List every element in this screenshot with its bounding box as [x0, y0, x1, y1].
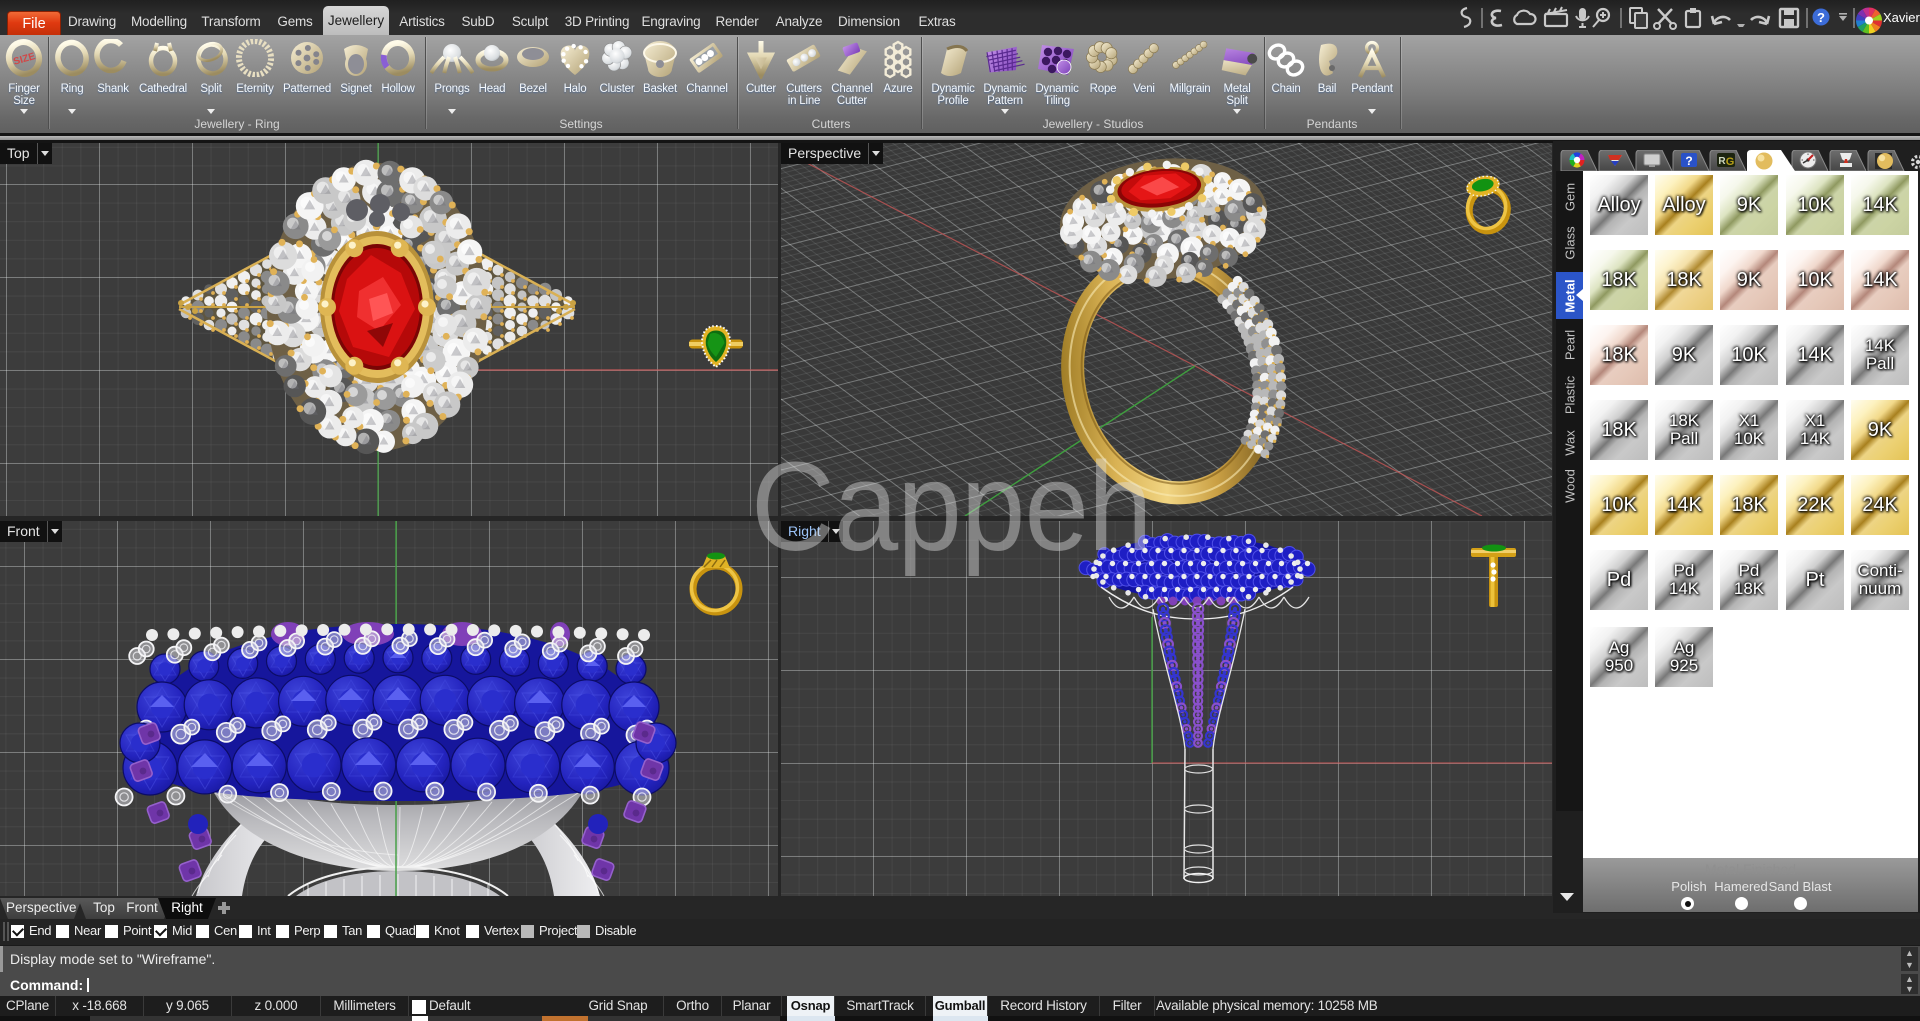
- svg-text:G: G: [1726, 156, 1735, 168]
- svg-text:SIZE: SIZE: [12, 51, 37, 68]
- svg-text:?: ?: [1817, 10, 1825, 25]
- svg-text:?: ?: [1685, 154, 1692, 168]
